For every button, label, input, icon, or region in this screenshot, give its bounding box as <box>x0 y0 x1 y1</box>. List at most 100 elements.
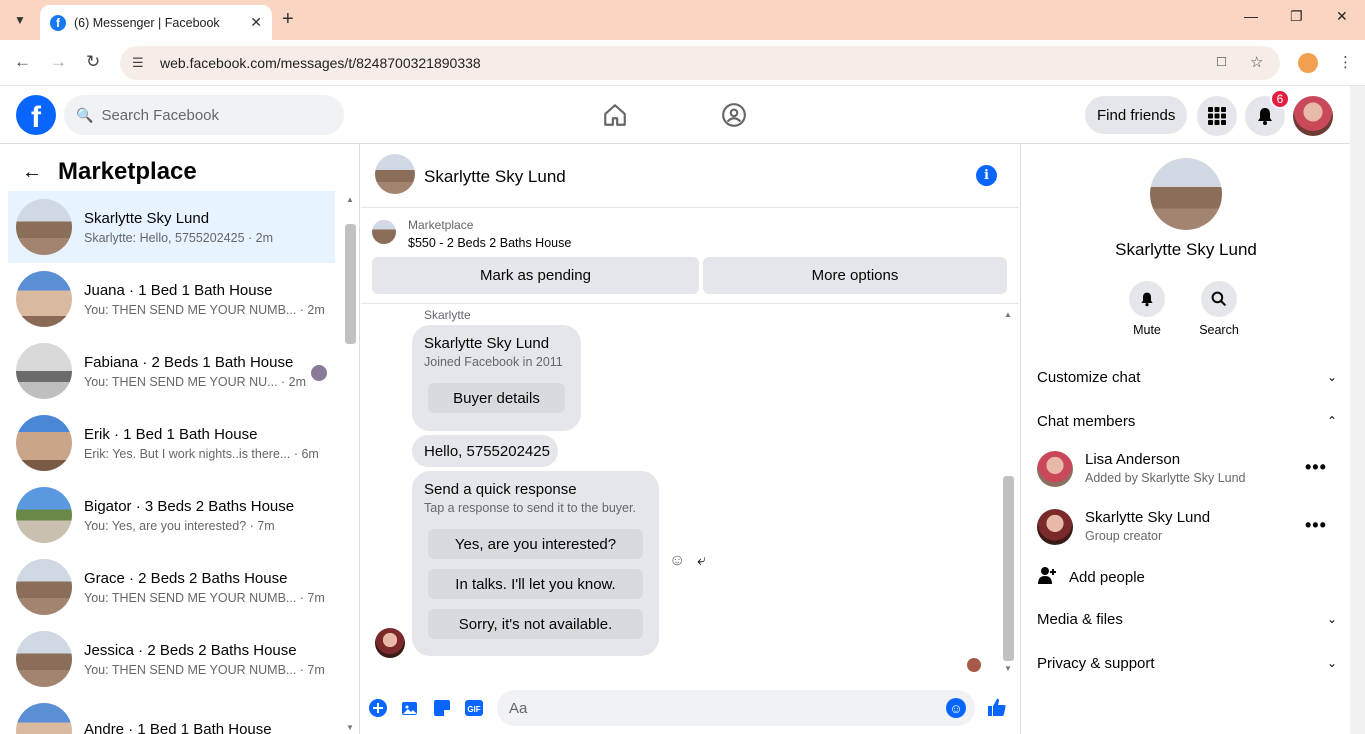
conversation-item[interactable]: Jessica · 2 Beds 2 Baths House You: THEN … <box>8 623 335 695</box>
buyer-card: Skarlytte Sky Lund Joined Facebook in 20… <box>412 325 581 431</box>
window-close-icon[interactable]: ✕ <box>1336 8 1348 25</box>
profile-avatar[interactable] <box>1150 158 1222 230</box>
profile-name: Skarlytte Sky Lund <box>1115 240 1257 259</box>
member-avatar <box>1037 509 1073 545</box>
conversation-snippet: You: THEN SEND ME YOUR NU... · 2m <box>84 374 307 389</box>
search-button[interactable]: Search <box>1189 281 1249 337</box>
conversation-name: Juana · 1 Bed 1 Bath House <box>84 281 273 299</box>
section-label: Media & files <box>1037 610 1123 628</box>
listing-thumbnail[interactable] <box>372 220 396 244</box>
message-input[interactable] <box>497 690 975 726</box>
forward-icon[interactable]: → <box>50 52 67 72</box>
conversation-list-scrollbar[interactable]: ▲ ▼ <box>343 191 358 734</box>
menu-grid-icon[interactable] <box>1197 96 1237 136</box>
member-subtitle: Group creator <box>1085 529 1163 543</box>
find-friends-button[interactable]: Find friends <box>1085 96 1188 134</box>
bookmark-star-icon[interactable]: ☆ <box>1250 53 1263 71</box>
buyer-joined: Joined Facebook in 2011 <box>424 355 563 369</box>
browser-tab[interactable]: f (6) Messenger | Facebook ✕ <box>40 5 272 40</box>
add-people-button[interactable]: Add people <box>1037 565 1145 590</box>
minimize-icon[interactable]: — <box>1244 8 1258 24</box>
conversation-item[interactable]: Grace · 2 Beds 2 Baths House You: THEN SE… <box>8 551 335 623</box>
listing-title[interactable]: $550 - 2 Beds 2 Baths House <box>408 236 571 250</box>
sticker-icon[interactable] <box>432 698 452 718</box>
plus-icon[interactable] <box>368 698 388 718</box>
conversation-item[interactable]: Juana · 1 Bed 1 Bath House You: THEN SEND… <box>8 263 335 335</box>
facebook-logo-icon[interactable]: f <box>16 95 56 135</box>
message-bubble: Hello, 5755202425 <box>412 435 558 467</box>
scroll-down-icon[interactable]: ▼ <box>1004 664 1012 673</box>
browser-menu-icon[interactable]: ⋮ <box>1338 53 1353 71</box>
reply-icon[interactable]: ⤶ <box>697 552 706 570</box>
chevron-down-icon: ⌄ <box>1326 370 1337 384</box>
sender-avatar[interactable] <box>375 628 405 658</box>
scroll-down-icon[interactable]: ▼ <box>346 723 354 732</box>
mute-button[interactable]: Mute <box>1117 281 1177 337</box>
scroll-thumb[interactable] <box>345 224 356 344</box>
quick-response-title: Send a quick response <box>424 481 577 498</box>
buyer-name: Skarlytte Sky Lund <box>424 335 550 352</box>
emoji-icon[interactable]: ☺ <box>946 698 966 718</box>
listing-thumbnail <box>16 343 72 399</box>
chat-info-panel: Skarlytte Sky Lund Mute Search Customize… <box>1020 144 1350 734</box>
conversation-item[interactable]: Andre · 1 Bed 1 Bath House <box>8 695 335 734</box>
info-icon[interactable]: i <box>976 165 997 186</box>
chat-scrollbar[interactable]: ▲ ▼ <box>1001 306 1016 676</box>
buyer-details-button[interactable]: Buyer details <box>428 383 565 413</box>
quick-response-in-talks[interactable]: In talks. I'll let you know. <box>428 569 643 599</box>
scroll-thumb[interactable] <box>1003 476 1014 661</box>
photo-icon[interactable] <box>400 698 420 718</box>
read-receipt-avatar <box>311 365 327 381</box>
account-avatar[interactable] <box>1293 96 1333 136</box>
listing-thumbnail <box>16 631 72 687</box>
groups-icon[interactable] <box>721 102 747 128</box>
conversation-item[interactable]: Skarlytte Sky Lund Skarlytte: Hello, 5755… <box>8 191 335 263</box>
chat-avatar[interactable] <box>375 154 415 194</box>
reload-icon[interactable]: ↻ <box>86 52 100 72</box>
browser-profile-icon[interactable] <box>1298 53 1318 73</box>
message-thread: Skarlytte Skarlytte Sky Lund Joined Face… <box>361 306 1001 676</box>
conversation-snippet: You: THEN SEND ME YOUR NUMB... · 2m <box>84 302 325 317</box>
more-options-button[interactable]: More options <box>703 257 1007 294</box>
quick-response-yes[interactable]: Yes, are you interested? <box>428 529 643 559</box>
mark-as-pending-button[interactable]: Mark as pending <box>372 257 699 294</box>
like-thumbs-up-icon[interactable] <box>986 696 1008 718</box>
marketplace-listing-bar: Marketplace $550 - 2 Beds 2 Baths House … <box>361 208 1019 304</box>
home-icon[interactable] <box>602 102 628 128</box>
react-emoji-icon[interactable]: ☺ <box>669 552 685 570</box>
member-item[interactable]: Skarlytte Sky Lund Group creator ••• <box>1037 505 1337 549</box>
quick-response-not-available[interactable]: Sorry, it's not available. <box>428 609 643 639</box>
media-files-section[interactable]: Media & files ⌄ <box>1037 607 1337 631</box>
search-facebook-input[interactable]: 🔍 Search Facebook <box>64 95 344 135</box>
chevron-down-icon: ⌄ <box>1326 612 1337 626</box>
listing-thumbnail <box>16 487 72 543</box>
tab-search-chevron-icon[interactable]: ▼ <box>8 8 32 32</box>
more-options-icon[interactable]: ••• <box>1305 515 1327 536</box>
member-name: Lisa Anderson <box>1085 451 1181 468</box>
quick-response-card: Send a quick response Tap a response to … <box>412 471 659 656</box>
chat-title[interactable]: Skarlytte Sky Lund <box>424 167 566 187</box>
gif-icon[interactable]: GIF <box>464 698 484 718</box>
url-field[interactable]: ☰ web.facebook.com/messages/t/8248700321… <box>120 46 1280 80</box>
scroll-up-icon[interactable]: ▲ <box>1004 310 1012 319</box>
back-icon[interactable]: ← <box>14 52 31 72</box>
site-controls-icon[interactable]: ☰ <box>132 55 150 71</box>
more-options-icon[interactable]: ••• <box>1305 457 1327 478</box>
install-app-icon[interactable]: □ <box>1217 53 1226 70</box>
back-arrow-icon[interactable]: ← <box>22 161 42 184</box>
conversation-item[interactable]: Fabiana · 2 Beds 1 Bath House You: THEN S… <box>8 335 335 407</box>
customize-chat-section[interactable]: Customize chat ⌄ <box>1037 365 1337 389</box>
conversation-item[interactable]: Bigator · 3 Beds 2 Baths House You: Yes, … <box>8 479 335 551</box>
privacy-support-section[interactable]: Privacy & support ⌄ <box>1037 651 1337 675</box>
member-item[interactable]: Lisa Anderson Added by Skarlytte Sky Lun… <box>1037 447 1337 491</box>
section-label: Chat members <box>1037 412 1136 430</box>
close-tab-icon[interactable]: ✕ <box>250 14 262 31</box>
bell-icon <box>1129 281 1165 317</box>
conversation-item[interactable]: Erik · 1 Bed 1 Bath House Erik: Yes. But … <box>8 407 335 479</box>
new-tab-icon[interactable]: + <box>282 8 294 31</box>
page-scrollbar[interactable] <box>1350 86 1365 734</box>
scroll-up-icon[interactable]: ▲ <box>346 195 354 204</box>
restore-icon[interactable]: ❐ <box>1290 8 1303 25</box>
chat-members-section[interactable]: Chat members ⌃ <box>1037 409 1337 433</box>
facebook-header: f 🔍 Search Facebook Find friends 6 <box>0 86 1350 144</box>
